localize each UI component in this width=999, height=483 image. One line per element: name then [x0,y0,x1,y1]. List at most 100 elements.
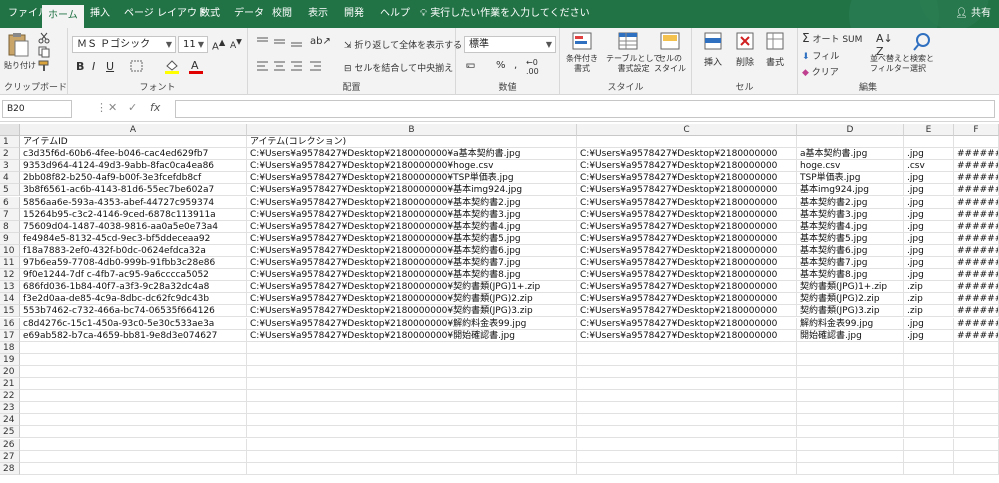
cell-f11[interactable]: ####### [954,257,999,269]
cell-d11[interactable]: 基本契約書7.jpg [797,257,904,269]
cell-d18[interactable] [797,341,904,354]
cell-b10[interactable]: C:¥Users¥a9578427¥Desktop¥2180000000¥基本契… [247,244,577,257]
cell-a10[interactable]: f18a7883-2ef0-432f-b0dc-0624efdca32a [20,244,247,257]
row-header[interactable]: 24 [0,414,20,427]
cell-b26[interactable] [247,438,577,451]
cell-c5[interactable]: C:¥Users¥a9578427¥Desktop¥2180000000 [577,184,797,197]
cell-e2[interactable]: .jpg [904,148,954,161]
cell-c9[interactable]: C:¥Users¥a9578427¥Desktop¥2180000000 [577,232,797,245]
cell-b5[interactable]: C:¥Users¥a9578427¥Desktop¥2180000000¥基本i… [247,184,577,197]
find-select-icon[interactable] [912,32,932,52]
worksheet-grid[interactable]: A B C D E F 1 アイテムID アイテム(コレクション) 2 c3d35f6d-60b6-… [0,124,999,483]
cell-d8[interactable]: 基本契約書4.jpg [797,220,904,233]
cell-f24[interactable] [954,414,999,427]
cell-a27[interactable] [20,450,247,463]
cell-c17[interactable]: C:¥Users¥a9578427¥Desktop¥2180000000 [577,329,797,342]
format-cells-icon[interactable] [766,32,786,52]
cell-c3[interactable]: C:¥Users¥a9578427¥Desktop¥2180000000 [577,160,797,173]
cell-b23[interactable] [247,402,577,415]
cell-d13[interactable]: 契約書類(JPG)1+.zip [797,281,904,294]
tab-help[interactable]: ヘルプ [374,0,416,28]
cell-b25[interactable] [247,426,577,439]
cell-e20[interactable] [904,365,954,378]
cell-d6[interactable]: 基本契約書2.jpg [797,196,904,209]
tab-data[interactable]: データ [228,0,270,28]
cell-f12[interactable]: ####### [954,269,999,282]
row-header[interactable]: 17 [0,329,20,342]
cut-icon[interactable] [38,32,50,44]
cell-e7[interactable]: .jpg [904,208,954,221]
cell-d20[interactable] [797,365,904,378]
cell-f22[interactable] [954,390,999,403]
row-header[interactable]: 11 [0,257,20,269]
cell-b19[interactable] [247,353,577,366]
font-name-select[interactable]: ＭＳ Ｐゴシック ▼ [72,36,176,53]
cell-a18[interactable] [20,341,247,354]
tab-developer[interactable]: 開発 [338,0,370,28]
cell-d16[interactable]: 解約料金表99.jpg [797,317,904,330]
cell-f15[interactable]: ####### [954,305,999,318]
cell-c7[interactable]: C:¥Users¥a9578427¥Desktop¥2180000000 [577,208,797,221]
sort-filter-label[interactable]: 並べ替えと フィルター [870,54,910,74]
cell-e9[interactable]: .jpg [904,232,954,245]
format-as-table-label[interactable]: テーブルとして 書式設定 [606,54,661,74]
copy-icon[interactable] [38,46,50,58]
cell-e11[interactable]: .jpg [904,257,954,269]
cell-b17[interactable]: C:¥Users¥a9578427¥Desktop¥2180000000¥開始確… [247,329,577,342]
cell-f25[interactable] [954,426,999,439]
find-select-label[interactable]: 検索と 選択 [910,54,934,74]
cell-e26[interactable] [904,438,954,451]
cell-b22[interactable] [247,390,577,403]
percent-button[interactable]: % [496,60,506,71]
cell-f28[interactable] [954,462,999,475]
cell-e28[interactable] [904,462,954,475]
cell-c26[interactable] [577,438,797,451]
borders-icon[interactable] [130,60,144,73]
row-header[interactable]: 5 [0,184,20,197]
cell-f3[interactable]: ####### [954,160,999,173]
cell-b4[interactable]: C:¥Users¥a9578427¥Desktop¥2180000000¥TSP… [247,172,577,185]
cell-c11[interactable]: C:¥Users¥a9578427¥Desktop¥2180000000 [577,257,797,269]
cell-a1[interactable]: アイテムID [20,136,247,148]
cell-e27[interactable] [904,450,954,463]
insert-function-button[interactable]: fx [150,101,160,114]
row-header[interactable]: 12 [0,269,20,282]
cell-f17[interactable]: ####### [954,329,999,342]
cell-b7[interactable]: C:¥Users¥a9578427¥Desktop¥2180000000¥基本契… [247,208,577,221]
share-button[interactable]: 👤︎ 共有 [955,0,991,28]
cell-d2[interactable]: a基本契約書.jpg [797,148,904,161]
cell-d27[interactable] [797,450,904,463]
row-header[interactable]: 25 [0,426,20,439]
merge-center-button[interactable]: ⊟ セルを結合して中央揃え [344,61,453,74]
cell-f16[interactable]: ####### [954,317,999,330]
cell-d5[interactable]: 基本img924.jpg [797,184,904,197]
cell-b20[interactable] [247,365,577,378]
column-header-b[interactable]: B [247,124,577,136]
cell-a5[interactable]: 3b8f6561-ac6b-4143-81d6-55ec7be602a7 [20,184,247,197]
tab-view[interactable]: 表示 [302,0,334,28]
cell-e22[interactable] [904,390,954,403]
font-color-icon[interactable]: A [188,58,204,74]
cell-styles-icon[interactable] [660,32,682,52]
fill-color-icon[interactable] [164,58,180,74]
cell-f27[interactable] [954,450,999,463]
cell-e23[interactable] [904,402,954,415]
row-header[interactable]: 13 [0,281,20,294]
number-format-select[interactable]: 標準 ▼ [464,36,556,53]
cell-b28[interactable] [247,462,577,475]
cell-a13[interactable]: 686fd036-1b84-40f7-a3f3-9c28a32dc4a8 [20,281,247,294]
cell-a22[interactable] [20,390,247,403]
insert-label[interactable]: 挿入 [704,55,722,68]
cell-b11[interactable]: C:¥Users¥a9578427¥Desktop¥2180000000¥基本契… [247,257,577,269]
name-box[interactable]: B20 [2,100,72,118]
cell-e1[interactable] [904,136,954,148]
italic-icon[interactable]: I [92,60,95,73]
conditional-format-icon[interactable] [572,32,594,52]
row-header[interactable]: 8 [0,220,20,233]
cell-f9[interactable]: ####### [954,232,999,245]
cell-d9[interactable]: 基本契約書5.jpg [797,232,904,245]
vertical-align-icons[interactable] [256,36,316,48]
currency-icon[interactable]: 💴︎ [466,60,475,71]
cell-e16[interactable]: .jpg [904,317,954,330]
cell-b14[interactable]: C:¥Users¥a9578427¥Desktop¥2180000000¥契約書… [247,293,577,306]
